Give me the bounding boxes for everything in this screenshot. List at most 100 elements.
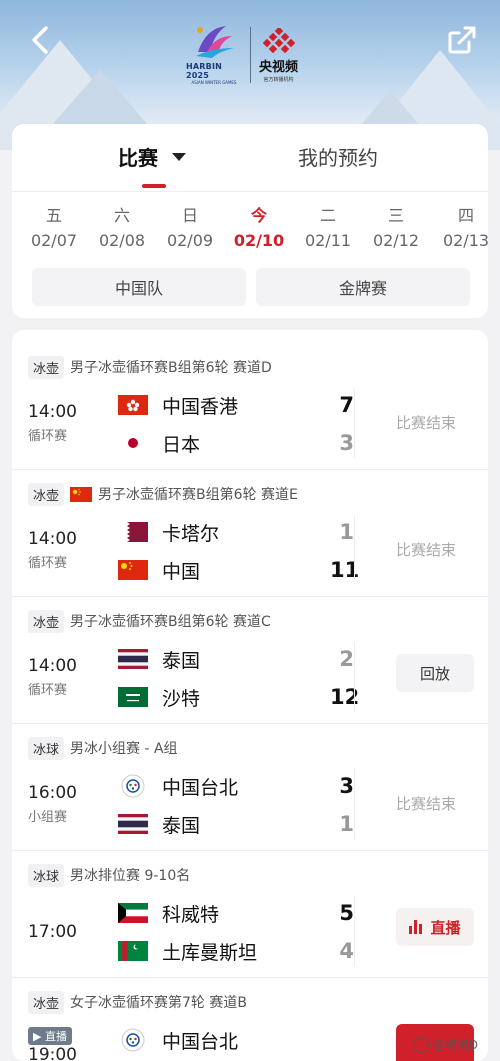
date-weekday: 六 <box>113 206 130 225</box>
sport-tag: 冰球 <box>28 863 65 887</box>
back-button[interactable] <box>22 22 58 58</box>
qatar-flag-icon <box>118 522 148 542</box>
event-title: 男子冰壶循环赛B组第6轮 赛道E <box>98 487 298 503</box>
team-score: 1 <box>339 520 354 544</box>
date-item[interactable]: 日 02/09 <box>160 204 220 254</box>
sport-tag: 冰壶 <box>28 355 65 379</box>
chinese-taipei-flag-icon <box>118 1028 148 1052</box>
match-time: 14:00 <box>28 656 77 676</box>
turkmenistan-flag-icon <box>118 941 148 961</box>
hk-flag-icon <box>118 395 148 415</box>
team-name: 中国台北 <box>162 1030 239 1053</box>
saudi-flag-icon <box>118 687 148 707</box>
cctv-emblem-icon <box>262 27 295 53</box>
team-name: 泰国 <box>162 649 201 672</box>
weibo-icon <box>412 1036 429 1053</box>
team-row: 沙特 <box>118 682 200 712</box>
logo-divider <box>250 27 251 83</box>
harbin-logo-sub: ASIAN WINTER GAMES <box>191 80 237 85</box>
divider <box>354 642 355 712</box>
team-name: 土库曼斯坦 <box>162 941 258 964</box>
match-time: 16:00 <box>28 783 77 803</box>
team-score: 5 <box>339 901 354 925</box>
event-title: 男冰排位赛 9-10名 <box>70 868 191 884</box>
match-header: 冰壶 男子冰壶循环赛B组第6轮 赛道C <box>28 609 271 633</box>
match-status: 比赛结束 <box>396 541 457 559</box>
date-label: 02/10 <box>233 231 285 250</box>
team-row: 泰国 <box>118 809 200 839</box>
share-button[interactable] <box>444 22 480 58</box>
team-row: 中国香港 <box>118 390 238 420</box>
match-card[interactable]: 冰球 男冰排位赛 9-10名 17:00 科威特 5 土库曼斯坦 4 直播 <box>12 852 488 978</box>
team-score: 4 <box>339 939 354 963</box>
date-item[interactable]: 四 02/13 <box>436 204 488 254</box>
sport-tag: 冰球 <box>28 736 65 760</box>
match-card[interactable]: 冰壶 男子冰壶循环赛B组第6轮 赛道D 14:00 循环赛 中国香港 7 日本 … <box>12 344 488 470</box>
cctv-sub: 官方转播机构 <box>263 76 294 83</box>
cctv-logo: 央视频 官方转播机构 <box>259 27 299 83</box>
date-item[interactable]: 二 02/11 <box>298 204 358 254</box>
date-weekday: 五 <box>45 206 62 225</box>
live-button-label: 直播 <box>430 918 461 937</box>
filter-gold-medal-button[interactable]: 金牌赛 <box>256 268 470 306</box>
cctv-name: 央视频 <box>259 59 299 75</box>
match-status: 比赛结束 <box>396 414 457 432</box>
live-button[interactable]: 直播 <box>396 908 474 946</box>
match-card[interactable]: 冰球 男冰小组赛 - A组 16:00 小组赛 中国台北 3 泰国 1 比赛结束 <box>12 725 488 851</box>
date-label: 02/11 <box>304 231 352 250</box>
thailand-flag-icon <box>118 649 148 669</box>
date-item[interactable]: 五 02/07 <box>24 204 84 254</box>
team-score: 3 <box>339 431 354 455</box>
match-stage: 小组赛 <box>28 810 68 825</box>
divider <box>354 896 355 966</box>
live-tag-label: 直播 <box>44 1030 67 1043</box>
team-score: 12 <box>330 685 360 709</box>
divider <box>354 388 355 458</box>
team-score: 1 <box>339 812 354 836</box>
team-name: 中国台北 <box>162 776 239 799</box>
date-item[interactable]: 六 02/08 <box>92 204 152 254</box>
team-score: 2 <box>339 647 354 671</box>
tab-matches[interactable]: 比赛 <box>118 142 158 171</box>
harbin-emblem-icon <box>196 26 234 58</box>
match-status: 比赛结束 <box>396 795 457 813</box>
filter-bar: 中国队 金牌赛 <box>32 268 472 306</box>
match-header: 冰壶 男子冰壶循环赛B组第6轮 赛道D <box>28 355 272 379</box>
china-flag-icon <box>70 486 93 502</box>
team-name: 泰国 <box>162 814 201 837</box>
match-time: 14:00 <box>28 402 77 422</box>
match-header: 冰壶 男子冰壶循环赛B组第6轮 赛道E <box>28 482 298 506</box>
event-title: 男子冰壶循环赛B组第6轮 赛道D <box>70 360 272 376</box>
event-title: 男子冰壶循环赛B组第6轮 赛道C <box>70 614 271 630</box>
team-row: 泰国 <box>118 644 200 674</box>
team-name: 中国香港 <box>162 395 239 418</box>
team-score: 3 <box>339 774 354 798</box>
match-header: 冰球 男冰排位赛 9-10名 <box>28 863 191 887</box>
match-time: 17:00 <box>28 922 77 942</box>
date-selector: 五 02/07 六 02/08 日 02/09 今 02/10 二 02/11 … <box>12 204 488 258</box>
match-stage: 循环赛 <box>28 429 68 444</box>
share-icon <box>448 26 476 54</box>
match-time: 14:00 <box>28 529 77 549</box>
date-item-today[interactable]: 今 02/10 <box>229 204 289 254</box>
replay-button[interactable]: 回放 <box>396 654 474 692</box>
team-name: 中国 <box>162 560 201 583</box>
match-header: 冰球 男冰小组赛 - A组 <box>28 736 178 760</box>
sport-tag: 冰壶 <box>28 990 65 1014</box>
sport-tag: 冰壶 <box>28 609 65 633</box>
date-weekday: 二 <box>319 206 336 225</box>
team-row: 科威特 <box>118 898 219 928</box>
match-time: 19:00 <box>28 1045 77 1061</box>
event-title: 男冰小组赛 - A组 <box>70 741 178 757</box>
team-row: 日本 <box>118 428 200 458</box>
filter-china-team-button[interactable]: 中国队 <box>32 268 246 306</box>
match-card[interactable]: 冰壶 男子冰壶循环赛B组第6轮 赛道C 14:00 循环赛 泰国 2 沙特 12… <box>12 598 488 724</box>
date-item[interactable]: 三 02/12 <box>366 204 426 254</box>
match-card[interactable]: 冰壶 男子冰壶循环赛B组第6轮 赛道E 14:00 循环赛 卡塔尔 1 中国 1… <box>12 471 488 597</box>
match-stage: 循环赛 <box>28 683 68 698</box>
team-row: 中国 <box>118 555 200 585</box>
tab-my-reservations[interactable]: 我的预约 <box>298 142 378 171</box>
divider <box>12 191 488 192</box>
date-weekday: 日 <box>181 206 198 225</box>
chevron-down-icon[interactable] <box>172 153 186 161</box>
